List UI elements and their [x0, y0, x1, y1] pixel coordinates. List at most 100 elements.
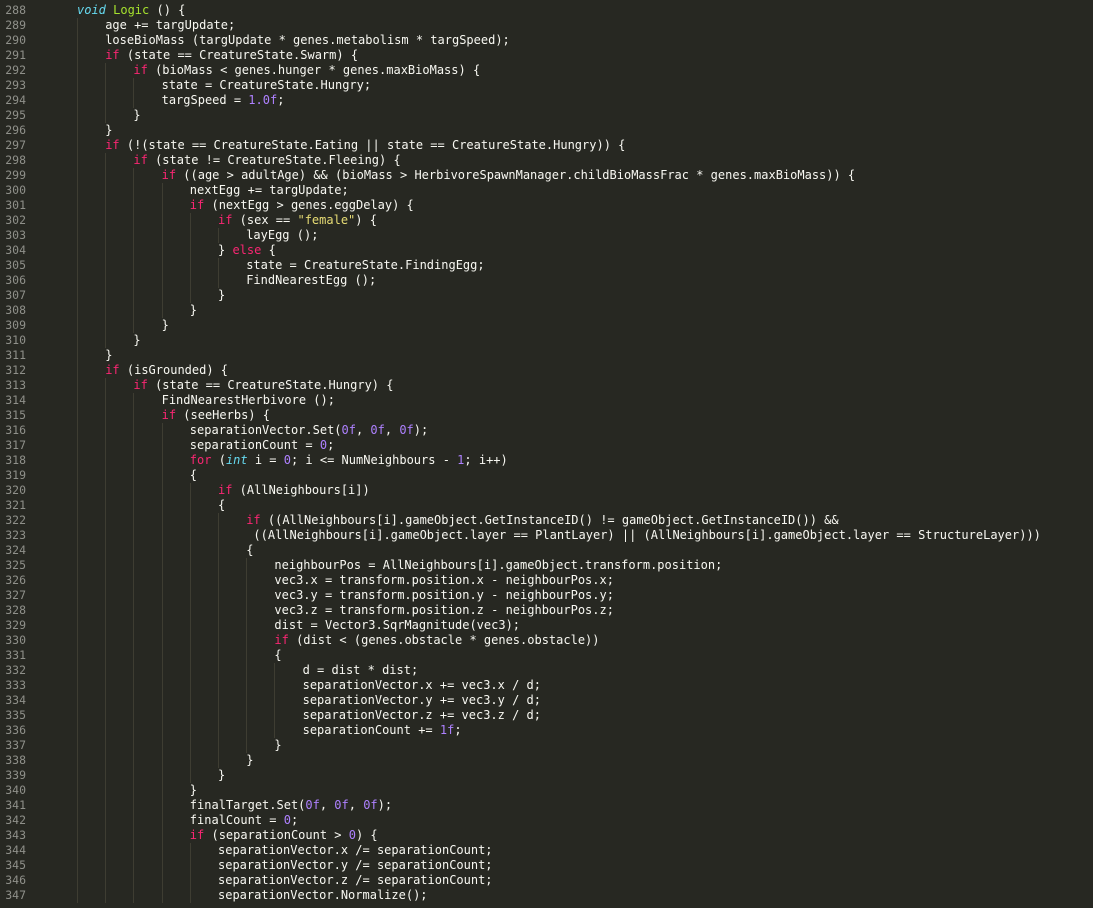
indent-guide [189, 843, 191, 858]
code-editor[interactable]: 288 void Logic () {289 age += targUpdate; 2… [0, 3, 1093, 908]
code-line[interactable]: 335 separationVector.z += vec3.z / d; [0, 708, 1093, 723]
code-line[interactable]: 330 if (dist < (genes.obstacle * genes.ob… [0, 633, 1093, 648]
code-line[interactable]: 345 separationVector.y /= separationCount… [0, 858, 1093, 873]
code-line[interactable]: 344 separationVector.x /= separationCount… [0, 843, 1093, 858]
code-line[interactable]: 300 nextEgg += targUpdate; [0, 183, 1093, 198]
code-line[interactable]: 296} [0, 123, 1093, 138]
code-line[interactable]: 295} [0, 108, 1093, 123]
code-line[interactable]: 289 age += targUpdate; [0, 18, 1093, 33]
code-line[interactable]: 346 separationVector.z /= separationCount… [0, 873, 1093, 888]
code-line[interactable]: 294 targSpeed = 1.0f; [0, 93, 1093, 108]
indent-guide [77, 138, 78, 153]
code-token: if [189, 828, 205, 842]
code-line[interactable]: 317 separationCount = 0; [0, 438, 1093, 453]
indent-guide [77, 873, 78, 888]
code-line[interactable]: 332 d = dist * dist; [0, 663, 1093, 678]
code-line[interactable]: 309} [0, 318, 1093, 333]
indent-guide [105, 393, 107, 408]
indent-guide [105, 528, 107, 543]
code-line[interactable]: 331 { [0, 648, 1093, 663]
code-line[interactable]: 298 if (state != CreatureState.Fleeing) { [0, 153, 1093, 168]
code-token: if [133, 63, 148, 77]
code-line[interactable]: 293 state = CreatureState.Hungry; [0, 78, 1093, 93]
code-line[interactable]: 343 if (separationCount > 0) { [0, 828, 1093, 843]
code-line[interactable]: 324 { [0, 543, 1093, 558]
code-line[interactable]: 322 if ((AllNeighbours[i].gameObject.GetI… [0, 513, 1093, 528]
line-number: 329 [5, 618, 26, 632]
line-number: 345 [5, 858, 26, 872]
code-line[interactable]: 292 if (bioMass < genes.hunger * genes.ma… [0, 63, 1093, 78]
code-line[interactable]: 290 loseBioMass (targUpdate * genes.metab… [0, 33, 1093, 48]
code-text: targSpeed = 1.0f; [162, 93, 285, 108]
code-line[interactable]: 306 FindNearestEgg (); [0, 273, 1093, 288]
code-text: if (AllNeighbours[i]) [218, 483, 370, 498]
code-line[interactable]: 328 vec3.z = transform.position.z - neigh… [0, 603, 1093, 618]
code-line[interactable]: 321 { [0, 498, 1093, 513]
code-line[interactable]: 327 vec3.y = transform.position.y - neigh… [0, 588, 1093, 603]
code-line[interactable]: 342 finalCount = 0; [0, 813, 1093, 828]
indent-guide [77, 648, 78, 663]
code-line[interactable]: 314 FindNearestHerbivore (); [0, 393, 1093, 408]
code-text: state = CreatureState.Hungry; [162, 78, 372, 93]
code-line[interactable]: 347 separationVector.Normalize(); [0, 888, 1093, 903]
code-line[interactable]: 336 separationCount += 1f; [0, 723, 1093, 738]
code-line[interactable]: 319 { [0, 468, 1093, 483]
code-line[interactable]: 320 if (AllNeighbours[i]) [0, 483, 1093, 498]
code-line[interactable]: 305 state = CreatureState.FindingEgg; [0, 258, 1093, 273]
line-number: 296 [5, 123, 26, 137]
code-line[interactable]: 318 for (int i = 0; i <= NumNeighbours - … [0, 453, 1093, 468]
code-line[interactable]: 334 separationVector.y += vec3.y / d; [0, 693, 1093, 708]
indent-guide [105, 513, 107, 528]
code-token: 0f [399, 423, 414, 437]
line-number: 299 [5, 168, 26, 182]
code-line[interactable]: 338} [0, 753, 1093, 768]
code-line[interactable]: 333 separationVector.x += vec3.x / d; [0, 678, 1093, 693]
code-line[interactable]: 325 neighbourPos = AllNeighbours[i].gameO… [0, 558, 1093, 573]
code-line[interactable]: 308} [0, 303, 1093, 318]
code-line[interactable]: 312 if (isGrounded) { [0, 363, 1093, 378]
code-token: (nextEgg > genes.eggDelay) { [204, 198, 414, 212]
indent-guide [133, 603, 135, 618]
code-line[interactable]: 302 if (sex == "female") { [0, 213, 1093, 228]
code-line[interactable]: 311} [0, 348, 1093, 363]
code-line[interactable]: 307} [0, 288, 1093, 303]
code-token: ; [454, 723, 462, 737]
indent-guide [161, 843, 163, 858]
indent-guide [133, 183, 135, 198]
code-line[interactable]: 339} [0, 768, 1093, 783]
code-line[interactable]: 323 ((AllNeighbours[i].gameObject.layer … [0, 528, 1093, 543]
indent-guide [274, 723, 276, 738]
indent-guide [77, 273, 78, 288]
code-line[interactable]: 304} else { [0, 243, 1093, 258]
code-line[interactable]: 337} [0, 738, 1093, 753]
code-line[interactable]: 326 vec3.x = transform.position.x - neigh… [0, 573, 1093, 588]
indent-guide [189, 693, 191, 708]
indent-guide [161, 273, 163, 288]
code-line[interactable]: 310} [0, 333, 1093, 348]
indent-guide [218, 693, 219, 708]
indent-guide [77, 48, 78, 63]
code-line[interactable]: 316 separationVector.Set(0f, 0f, 0f); [0, 423, 1093, 438]
indent-guide [133, 558, 135, 573]
indent-guide [189, 738, 191, 753]
indent-guide [105, 63, 107, 78]
code-line[interactable]: 315 if (seeHerbs) { [0, 408, 1093, 423]
code-line[interactable]: 288 void Logic () { [0, 3, 1093, 18]
code-line[interactable]: 297 if (!(state == CreatureState.Eating |… [0, 138, 1093, 153]
indent-guide [189, 648, 191, 663]
code-line[interactable]: 329 dist = Vector3.SqrMagnitude(vec3); [0, 618, 1093, 633]
indent-guide [218, 633, 219, 648]
code-line[interactable]: 303 layEgg (); [0, 228, 1093, 243]
code-line[interactable]: 299 if ((age > adultAge) && (bioMass > He… [0, 168, 1093, 183]
code-line[interactable]: 341 finalTarget.Set(0f, 0f, 0f); [0, 798, 1093, 813]
line-number: 312 [5, 363, 26, 377]
indent-guide [105, 843, 107, 858]
code-line[interactable]: 313 if (state == CreatureState.Hungry) { [0, 378, 1093, 393]
code-token: , [384, 423, 400, 437]
code-token: if [133, 378, 148, 392]
line-number: 338 [5, 753, 26, 767]
code-line[interactable]: 301 if (nextEgg > genes.eggDelay) { [0, 198, 1093, 213]
code-line[interactable]: 340} [0, 783, 1093, 798]
indent-guide [189, 588, 191, 603]
code-line[interactable]: 291 if (state == CreatureState.Swarm) { [0, 48, 1093, 63]
